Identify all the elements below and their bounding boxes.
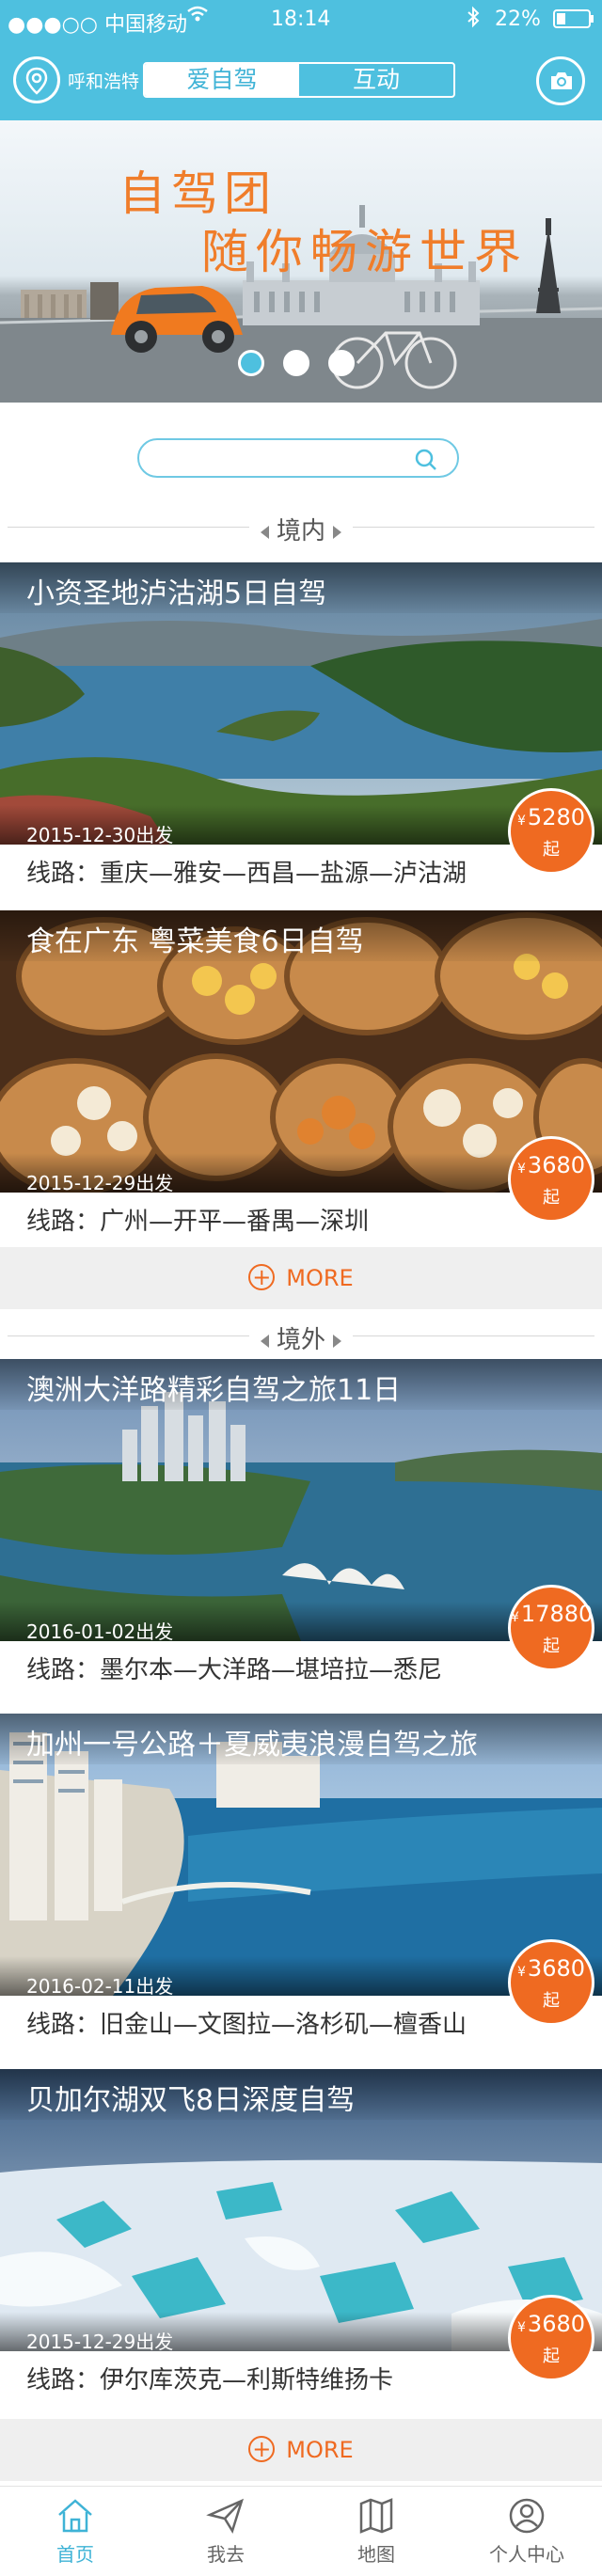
trip-route: 线路：墨尔本—大洋路—堪培拉—悉尼 bbox=[26, 1656, 443, 1684]
search-box bbox=[137, 438, 459, 478]
carousel-indicator bbox=[238, 350, 355, 376]
price-badge: ¥17880 起 bbox=[508, 1585, 594, 1671]
carousel-dot[interactable] bbox=[283, 350, 309, 376]
status-bar: ●●●○○ 中国移动 18:14 22% bbox=[0, 0, 602, 40]
price-badge: ¥3680 起 bbox=[508, 1939, 594, 2026]
currency-label: ¥ bbox=[517, 1965, 526, 1980]
currency-label: ¥ bbox=[511, 1610, 519, 1625]
camera-icon[interactable] bbox=[536, 56, 585, 105]
more-label: MORE bbox=[286, 2437, 354, 2463]
trip-route: 线路：广州—开平—番禺—深圳 bbox=[26, 1208, 370, 1236]
more-button-domestic[interactable]: + MORE bbox=[0, 1247, 602, 1309]
price-value: 3680 bbox=[527, 1152, 585, 1178]
tab-map[interactable]: 地图 bbox=[301, 2487, 452, 2576]
trip-route: 线路：伊尔库茨克—利斯特维扬卡 bbox=[26, 2366, 394, 2394]
tab-go[interactable]: 我去 bbox=[150, 2487, 301, 2576]
user-icon bbox=[509, 2498, 545, 2534]
home-icon bbox=[58, 2499, 92, 2533]
trip-card[interactable]: 加州一号公路＋夏威夷浪漫自驾之旅 2016-02-11出发 ¥3680 起 线路… bbox=[0, 1714, 602, 2047]
price-unit: 起 bbox=[543, 1188, 560, 1208]
tab-label: 地图 bbox=[357, 2543, 395, 2566]
paper-plane-icon bbox=[206, 2498, 245, 2534]
tab-self-drive[interactable]: 爱自驾 bbox=[145, 64, 299, 96]
tab-interaction[interactable]: 互动 bbox=[299, 64, 453, 96]
price-unit: 起 bbox=[543, 2347, 560, 2366]
bottom-tab-bar: 首页 我去 地图 个人中心 bbox=[0, 2486, 602, 2576]
price-badge: ¥5280 起 bbox=[508, 788, 594, 875]
currency-label: ¥ bbox=[517, 2320, 526, 2335]
section-overseas-header: 境外 bbox=[0, 1317, 602, 1354]
trip-title: 食在广东 粤菜美食6日自驾 bbox=[0, 910, 602, 961]
more-label: MORE bbox=[286, 1265, 354, 1291]
price-unit: 起 bbox=[543, 1991, 560, 2011]
price-badge: ¥3680 起 bbox=[508, 1136, 594, 1223]
tab-label: 首页 bbox=[56, 2543, 94, 2566]
currency-label: ¥ bbox=[517, 1162, 526, 1177]
tab-label: 我去 bbox=[207, 2543, 245, 2566]
bluetooth-icon bbox=[467, 6, 480, 34]
price-value: 5280 bbox=[527, 804, 585, 830]
section-domestic-header: 境内 bbox=[0, 508, 602, 545]
currency-label: ¥ bbox=[517, 814, 526, 829]
price-value: 17880 bbox=[520, 1601, 594, 1627]
city-label[interactable]: 呼和浩特 bbox=[68, 68, 139, 93]
trip-route: 线路：重庆—雅安—西昌—盐源—泸沽湖 bbox=[26, 860, 467, 888]
trip-card[interactable]: 澳洲大洋路精彩自驾之旅11日 2016-01-02出发 ¥17880 起 线路：… bbox=[0, 1359, 602, 1692]
promo-banner[interactable]: 自驾团 随你畅游世界 bbox=[0, 120, 602, 403]
location-icon[interactable] bbox=[13, 56, 60, 103]
plus-icon: + bbox=[248, 1264, 276, 1290]
carousel-dot-active[interactable] bbox=[238, 350, 264, 376]
carousel-dot[interactable] bbox=[328, 350, 355, 376]
trip-title: 加州一号公路＋夏威夷浪漫自驾之旅 bbox=[0, 1714, 602, 1764]
battery-icon bbox=[553, 9, 594, 34]
price-unit: 起 bbox=[543, 840, 560, 860]
tab-label: 个人中心 bbox=[489, 2543, 564, 2566]
trip-title: 澳洲大洋路精彩自驾之旅11日 bbox=[0, 1359, 602, 1410]
tab-home[interactable]: 首页 bbox=[0, 2487, 150, 2576]
time-label: 18:14 bbox=[271, 8, 331, 31]
wifi-icon bbox=[186, 4, 209, 30]
tab-profile[interactable]: 个人中心 bbox=[452, 2487, 602, 2576]
price-badge: ¥3680 起 bbox=[508, 2295, 594, 2381]
search-input[interactable] bbox=[156, 446, 401, 470]
price-value: 3680 bbox=[527, 2311, 585, 2337]
trip-title: 贝加尔湖双飞8日深度自驾 bbox=[0, 2069, 602, 2120]
price-unit: 起 bbox=[543, 1636, 560, 1656]
trip-route: 线路：旧金山—文图拉—洛杉矶—檀香山 bbox=[26, 2011, 467, 2039]
battery-label: 22% bbox=[495, 8, 541, 31]
carrier-label: ●●●○○ 中国移动 bbox=[8, 13, 187, 37]
trip-card[interactable]: 贝加尔湖双飞8日深度自驾 2015-12-29出发 ¥3680 起 线路：伊尔库… bbox=[0, 2069, 602, 2402]
more-button-overseas[interactable]: + MORE bbox=[0, 2419, 602, 2481]
banner-slogan: 随你畅游世界 bbox=[201, 225, 529, 279]
trip-title: 小资圣地泸沽湖5日自驾 bbox=[0, 562, 602, 613]
segment-control: 爱自驾 互动 bbox=[143, 62, 455, 98]
price-value: 3680 bbox=[527, 1955, 585, 1982]
nav-bar: 呼和浩特 爱自驾 互动 bbox=[0, 40, 602, 120]
section-title: 境内 bbox=[248, 517, 353, 545]
map-icon bbox=[359, 2498, 393, 2534]
trip-card[interactable]: 小资圣地泸沽湖5日自驾 2015-12-30出发 ¥5280 起 线路：重庆—雅… bbox=[0, 562, 602, 895]
section-title: 境外 bbox=[248, 1326, 353, 1354]
trip-card[interactable]: 食在广东 粤菜美食6日自驾 2015-12-29出发 ¥3680 起 线路：广州… bbox=[0, 910, 602, 1243]
plus-icon: + bbox=[248, 2436, 276, 2462]
